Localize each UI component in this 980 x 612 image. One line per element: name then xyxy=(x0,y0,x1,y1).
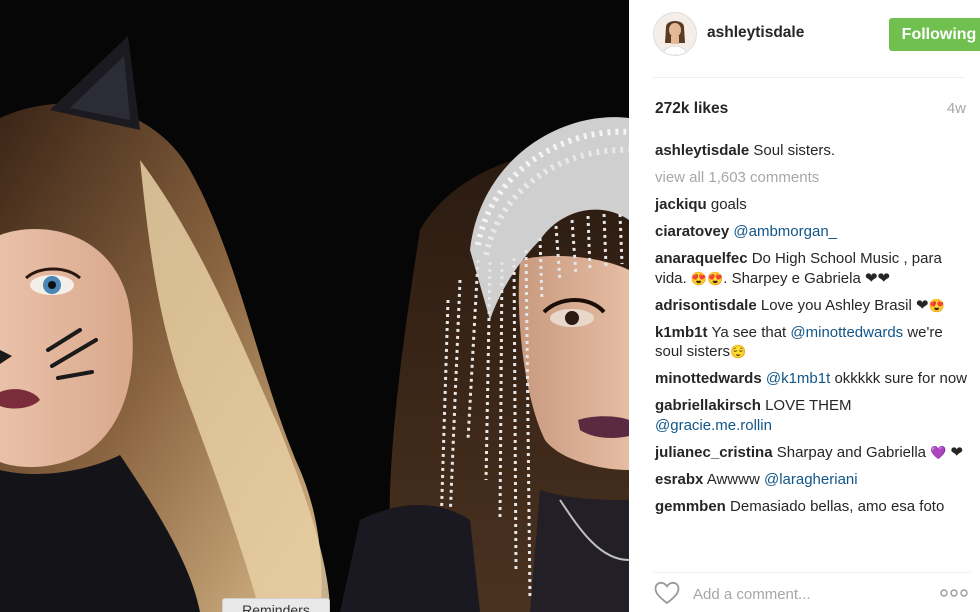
view-all-comments-link[interactable]: view all 1,603 comments xyxy=(655,169,819,186)
comment-text: Sharpay and Gabriella xyxy=(776,443,926,461)
heart-emoji: ❤ xyxy=(915,296,929,314)
heart-eyes-emoji: 😍😍 xyxy=(690,270,724,286)
header-divider xyxy=(653,77,965,78)
comment-username[interactable]: jackiqu xyxy=(655,196,707,213)
comment-username[interactable]: k1mb1t xyxy=(655,324,708,341)
list-item: ciaratovey @ambmorgan_ xyxy=(655,222,967,242)
comment-text: Ya see that xyxy=(711,323,787,341)
list-item: minottedwards @k1mb1t okkkkk sure for no… xyxy=(655,369,967,389)
comment-text: okkkkk sure for now xyxy=(834,370,967,387)
heart-emoji: ❤❤ xyxy=(864,269,891,287)
post-photo[interactable]: Reminders xyxy=(0,0,629,612)
more-options-icon xyxy=(940,588,968,597)
comment-text: Demasiado bellas, amo esa foto xyxy=(730,497,945,515)
heart-emoji: ❤ xyxy=(950,443,964,461)
like-button[interactable] xyxy=(653,581,681,607)
likes-count[interactable]: 272k likes xyxy=(655,100,728,118)
post-header: ashleytisdale Following xyxy=(653,12,980,56)
mention-link[interactable]: @gracie.me.rollin xyxy=(655,417,772,434)
following-button[interactable]: Following xyxy=(889,18,980,51)
mention-link[interactable]: @k1mb1t xyxy=(766,370,830,387)
comment-username[interactable]: minottedwards xyxy=(655,370,762,387)
comment-username[interactable]: gemmben xyxy=(655,498,726,515)
instagram-post-view: Reminders ashleytisdale Following 272k l… xyxy=(0,0,980,612)
comment-text: goals xyxy=(710,196,747,213)
list-item: gemmben Demasiado bellas, amo esa foto xyxy=(655,497,967,517)
comment-list: ashleytisdale Soul sisters. view all 1,6… xyxy=(655,141,967,524)
comment-username[interactable]: anaraquelfec xyxy=(655,250,748,267)
post-author-username[interactable]: ashleytisdale xyxy=(707,24,804,42)
list-item: anaraquelfec Do High School Music , para… xyxy=(655,249,967,288)
comment-text: LOVE THEM xyxy=(765,397,852,414)
mention-link[interactable]: @ambmorgan_ xyxy=(733,223,837,240)
caption: ashleytisdale Soul sisters. xyxy=(655,141,967,161)
add-comment-input[interactable] xyxy=(693,581,923,607)
comment-username[interactable]: esrabx xyxy=(655,471,703,488)
mention-link[interactable]: @minottedwards xyxy=(790,324,903,341)
list-item: gabriellakirsch LOVE THEM @gracie.me.rol… xyxy=(655,396,967,435)
comment-bar xyxy=(653,572,971,609)
post-sidebar: ashleytisdale Following 272k likes 4w as… xyxy=(629,0,980,612)
comment-text-2: . Sharpey e Gabriela xyxy=(723,269,861,287)
more-options-button[interactable] xyxy=(939,583,969,603)
view-all-comments[interactable]: view all 1,603 comments xyxy=(655,168,967,188)
relieved-emoji: 😌 xyxy=(730,344,747,359)
list-item: adrisontisdale Love you Ashley Brasil ❤😍 xyxy=(655,296,967,316)
heart-eyes-emoji: 😍 xyxy=(928,297,945,313)
comment-username[interactable]: gabriellakirsch xyxy=(655,397,761,414)
list-item: julianec_cristina Sharpay and Gabriella … xyxy=(655,443,967,463)
comment-username[interactable]: adrisontisdale xyxy=(655,297,757,314)
post-age[interactable]: 4w xyxy=(947,100,966,117)
list-item: k1mb1t Ya see that @minottedwards we're … xyxy=(655,323,967,362)
comment-username[interactable]: ciaratovey xyxy=(655,223,729,240)
caption-text: Soul sisters. xyxy=(753,142,836,159)
mention-link[interactable]: @laragheriani xyxy=(764,471,858,488)
comment-text: Awwww xyxy=(706,470,760,488)
comment-text: Love you Ashley Brasil xyxy=(760,296,912,314)
heart-outline-icon xyxy=(654,581,680,605)
list-item: jackiqu goals xyxy=(655,195,967,215)
caption-username[interactable]: ashleytisdale xyxy=(655,142,749,159)
comment-username[interactable]: julianec_cristina xyxy=(655,444,773,461)
purple-heart-emoji: 💜 xyxy=(930,444,947,460)
reminders-popup[interactable]: Reminders xyxy=(222,598,330,612)
list-item: esrabx Awwww @laragheriani xyxy=(655,470,967,490)
avatar[interactable] xyxy=(653,12,697,56)
